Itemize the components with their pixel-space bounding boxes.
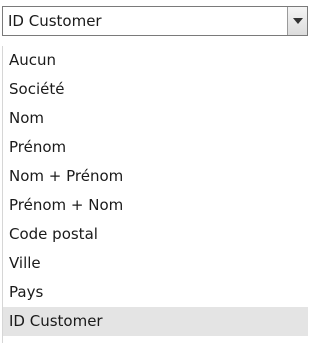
combobox-selected-value: ID Customer	[8, 12, 102, 30]
option-nom[interactable]: Nom	[3, 104, 308, 133]
option-id-customer[interactable]: ID Customer	[3, 307, 308, 336]
option-prenom-nom[interactable]: Prénom + Nom	[3, 191, 308, 220]
option-nom-prenom[interactable]: Nom + Prénom	[3, 162, 308, 191]
chevron-down-icon	[293, 18, 303, 24]
option-aucun[interactable]: Aucun	[3, 46, 308, 75]
option-code-postal[interactable]: Code postal	[3, 220, 308, 249]
dropdown-toggle-button[interactable]	[287, 7, 307, 35]
option-prenom[interactable]: Prénom	[3, 133, 308, 162]
dropdown-options-list: Aucun Société Nom Prénom Nom + Prénom Pr…	[2, 46, 308, 343]
customer-field-combobox[interactable]: ID Customer	[2, 6, 308, 36]
option-ville[interactable]: Ville	[3, 249, 308, 278]
option-societe[interactable]: Société	[3, 75, 308, 104]
option-pays[interactable]: Pays	[3, 278, 308, 307]
